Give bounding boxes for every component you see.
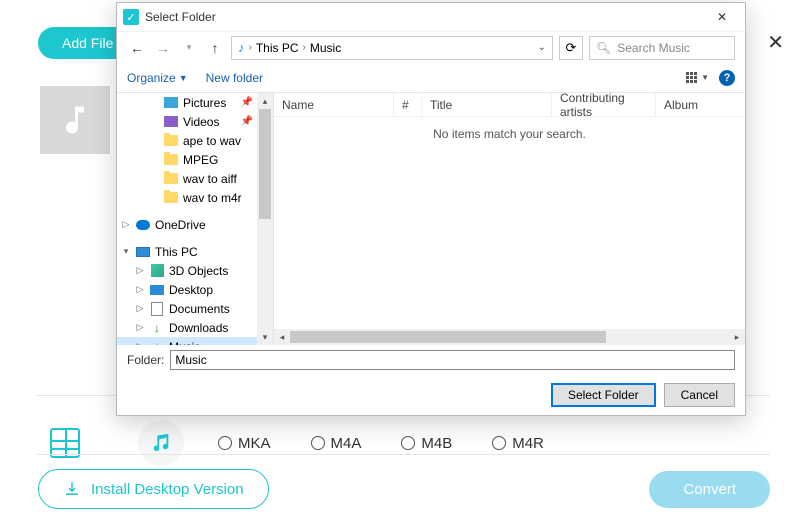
dialog-title: Select Folder xyxy=(145,10,216,24)
tree-item-folder[interactable]: wav to aiff xyxy=(117,169,273,188)
tree-item-3d-objects[interactable]: ▷3D Objects xyxy=(117,261,273,280)
tree-item-pictures[interactable]: Pictures📌 xyxy=(117,93,273,112)
format-label: M4A xyxy=(331,435,362,452)
nav-up-button[interactable]: ↑ xyxy=(205,40,225,56)
folder-label: Folder: xyxy=(127,353,164,367)
music-icon: ♪ xyxy=(154,339,161,345)
format-option-m4b[interactable]: M4B xyxy=(401,435,452,452)
col-num[interactable]: # xyxy=(394,93,422,116)
audio-tab-icon[interactable] xyxy=(138,420,184,466)
format-label: M4R xyxy=(512,435,544,452)
install-desktop-button[interactable]: Install Desktop Version xyxy=(38,469,269,509)
tree-item-this-pc[interactable]: ▾This PC xyxy=(117,242,273,261)
chevron-right-icon: › xyxy=(249,42,252,53)
nav-recent-dropdown[interactable]: ▾ xyxy=(179,42,199,53)
radio-icon xyxy=(492,436,506,450)
view-grid-icon xyxy=(686,72,697,83)
music-icon: ♪ xyxy=(238,40,245,55)
breadcrumb-root[interactable]: This PC xyxy=(256,41,299,55)
cancel-button[interactable]: Cancel xyxy=(664,383,735,407)
double-note-icon xyxy=(150,432,172,454)
scrollbar-thumb[interactable] xyxy=(259,109,271,219)
folder-tree[interactable]: Pictures📌 Videos📌 ape to wav MPEG wav to… xyxy=(117,93,274,345)
new-folder-button[interactable]: New folder xyxy=(206,71,263,85)
tree-item-videos[interactable]: Videos📌 xyxy=(117,112,273,131)
help-icon[interactable]: ? xyxy=(719,70,735,86)
select-folder-dialog: Select Folder ✕ ← → ▾ ↑ ♪ › This PC › Mu… xyxy=(116,2,746,416)
chevron-down-icon: ▼ xyxy=(179,73,188,83)
tree-item-desktop[interactable]: ▷Desktop xyxy=(117,280,273,299)
pin-icon: 📌 xyxy=(241,116,253,127)
convert-button[interactable]: Convert xyxy=(649,471,770,508)
format-label: MKA xyxy=(238,435,271,452)
app-close-icon[interactable]: ✕ xyxy=(767,30,784,55)
tree-item-music[interactable]: ▷♪Music xyxy=(117,337,273,345)
scroll-right-icon[interactable]: ▸ xyxy=(729,332,745,343)
format-label: M4B xyxy=(421,435,452,452)
breadcrumb-current[interactable]: Music xyxy=(310,41,341,55)
radio-icon xyxy=(218,436,232,450)
pc-icon xyxy=(136,247,150,257)
search-input[interactable]: 🔍︎ Search Music xyxy=(589,36,735,60)
tree-item-folder[interactable]: ape to wav xyxy=(117,131,273,150)
expand-icon[interactable]: ▷ xyxy=(121,219,131,230)
media-thumbnail xyxy=(40,86,110,154)
app-logo-icon xyxy=(123,9,139,25)
search-icon: 🔍︎ xyxy=(596,41,611,55)
format-option-m4r[interactable]: M4R xyxy=(492,435,544,452)
tree-scrollbar[interactable]: ▴ ▾ xyxy=(257,93,273,345)
folder-name-input[interactable] xyxy=(170,350,735,370)
radio-icon xyxy=(311,436,325,450)
col-title[interactable]: Title xyxy=(422,93,552,116)
format-option-mka[interactable]: MKA xyxy=(218,435,271,452)
tree-item-downloads[interactable]: ▷↓Downloads xyxy=(117,318,273,337)
divider xyxy=(36,454,770,455)
install-label: Install Desktop Version xyxy=(91,481,244,498)
dialog-close-button[interactable]: ✕ xyxy=(705,8,739,26)
chevron-right-icon: › xyxy=(303,42,306,53)
collapse-icon[interactable]: ▾ xyxy=(121,246,131,257)
scroll-left-icon[interactable]: ◂ xyxy=(274,332,290,343)
cloud-icon xyxy=(136,220,150,230)
radio-icon xyxy=(401,436,415,450)
list-h-scrollbar[interactable]: ◂ ▸ xyxy=(274,329,745,345)
address-dropdown-icon[interactable]: ⌄ xyxy=(538,42,546,53)
nav-back-button[interactable]: ← xyxy=(127,40,147,56)
download-icon xyxy=(63,480,81,498)
scroll-down-icon[interactable]: ▾ xyxy=(263,329,268,345)
empty-message: No items match your search. xyxy=(274,127,745,141)
scrollbar-thumb[interactable] xyxy=(290,331,606,343)
tree-item-onedrive[interactable]: ▷OneDrive xyxy=(117,215,273,234)
tree-item-documents[interactable]: ▷Documents xyxy=(117,299,273,318)
column-headers: Name # Title Contributing artists Album xyxy=(274,93,745,117)
organize-menu[interactable]: Organize▼ xyxy=(127,71,188,85)
nav-forward-button[interactable]: → xyxy=(153,40,173,56)
music-note-icon xyxy=(57,102,93,138)
format-option-m4a[interactable]: M4A xyxy=(311,435,362,452)
tree-item-folder[interactable]: MPEG xyxy=(117,150,273,169)
search-placeholder: Search Music xyxy=(617,41,690,55)
chevron-down-icon: ▼ xyxy=(701,73,709,82)
col-artists[interactable]: Contributing artists xyxy=(552,93,656,116)
scroll-up-icon[interactable]: ▴ xyxy=(263,93,268,109)
refresh-button[interactable]: ⟳ xyxy=(559,36,583,60)
select-folder-button[interactable]: Select Folder xyxy=(551,383,656,407)
address-bar[interactable]: ♪ › This PC › Music ⌄ xyxy=(231,36,553,60)
col-name[interactable]: Name xyxy=(274,93,394,116)
tree-item-folder[interactable]: wav to m4r xyxy=(117,188,273,207)
pin-icon: 📌 xyxy=(241,97,253,108)
view-options-button[interactable]: ▼ xyxy=(686,72,709,83)
col-album[interactable]: Album xyxy=(656,93,745,116)
